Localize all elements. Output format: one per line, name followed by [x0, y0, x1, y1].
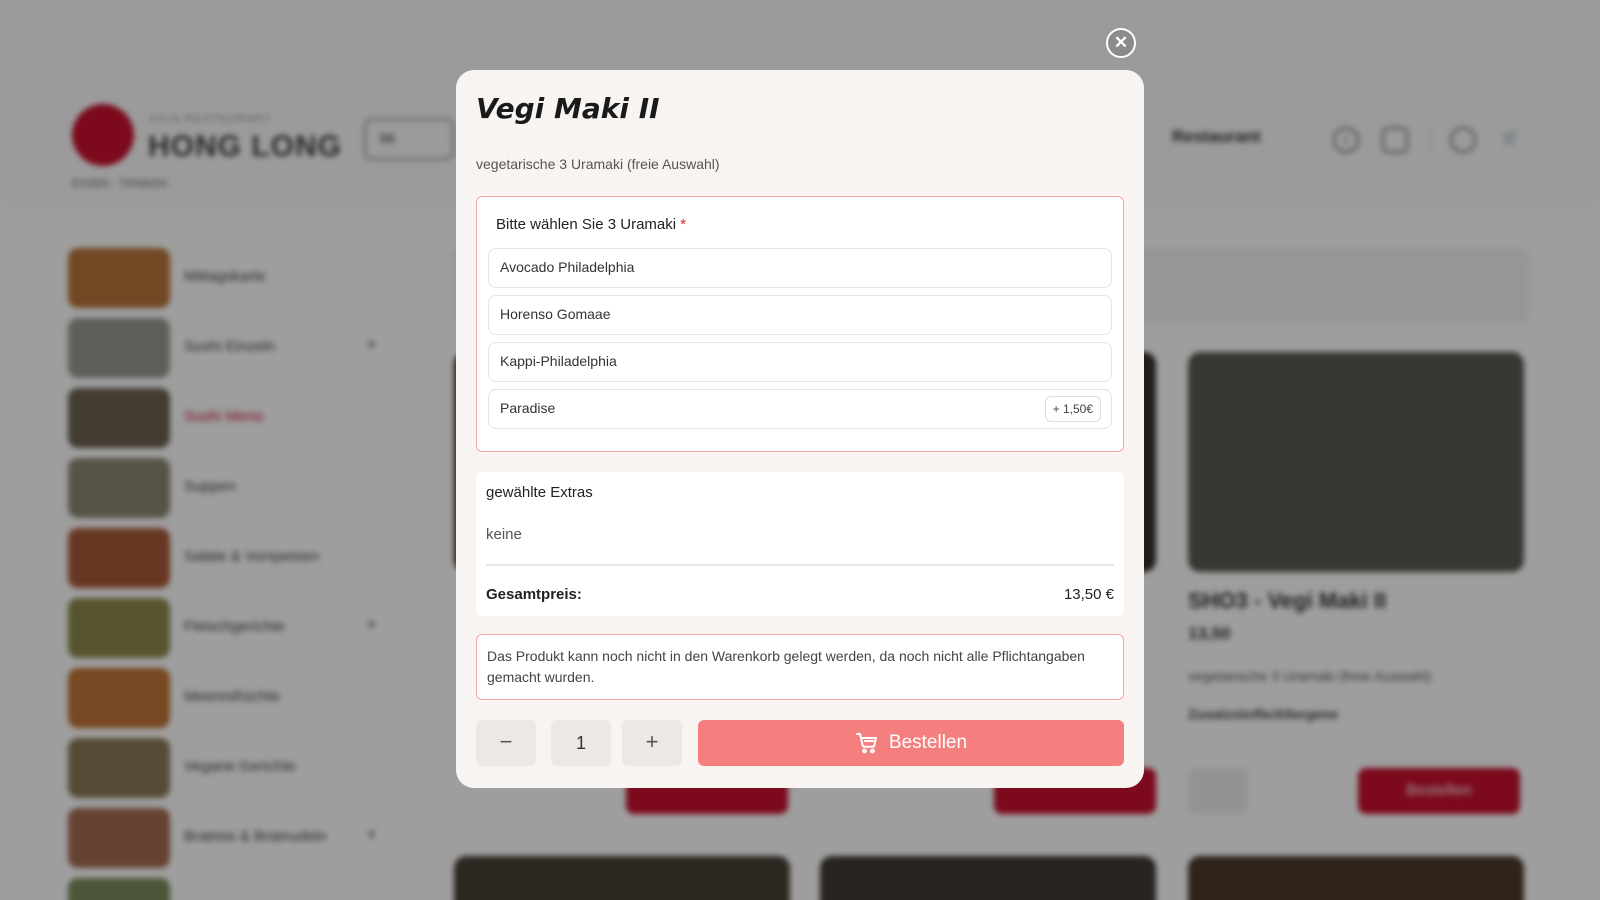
- option-label: Kappi-Philadelphia: [500, 353, 617, 369]
- quantity-decrease-button[interactable]: −: [476, 720, 536, 766]
- option-group-label-text: Bitte wählen Sie 3 Uramaki: [496, 216, 677, 233]
- required-marker: *: [680, 216, 687, 233]
- extras-summary: gewählte Extras keine Gesamtpreis: 13,50…: [476, 472, 1124, 616]
- cart-icon: [855, 733, 877, 754]
- order-button-label: Bestellen: [888, 732, 968, 753]
- option-avocado-philadelphia[interactable]: Avocado Philadelphia: [488, 248, 1112, 288]
- quantity-value[interactable]: 1: [551, 720, 611, 766]
- total-price-value: 13,50 €: [1063, 586, 1114, 603]
- extras-value: keine: [486, 526, 522, 543]
- extras-title: gewählte Extras: [486, 484, 593, 501]
- product-options-modal: Vegi Maki II vegetarische 3 Uramaki (fre…: [456, 70, 1144, 788]
- close-icon[interactable]: ✕: [1106, 28, 1136, 58]
- quantity-increase-button[interactable]: +: [622, 720, 682, 766]
- order-button[interactable]: Bestellen: [698, 720, 1124, 766]
- validation-warning: Das Produkt kann noch nicht in den Waren…: [476, 634, 1124, 700]
- modal-title: Vegi Maki II: [476, 92, 660, 125]
- total-price-label: Gesamtpreis:: [486, 586, 582, 603]
- divider: [486, 564, 1114, 566]
- option-label: Avocado Philadelphia: [500, 259, 635, 275]
- option-group: Bitte wählen Sie 3 Uramaki * Avocado Phi…: [476, 196, 1124, 452]
- modal-description: vegetarische 3 Uramaki (freie Auswahl): [476, 156, 720, 172]
- option-label: Horenso Gomaae: [500, 306, 611, 322]
- option-label: Paradise: [500, 400, 556, 416]
- option-horenso-gomaae[interactable]: Horenso Gomaae: [488, 295, 1112, 335]
- option-kappi-philadelphia[interactable]: Kappi-Philadelphia: [488, 342, 1112, 382]
- option-surcharge-badge: + 1,50€: [1044, 396, 1101, 422]
- option-paradise[interactable]: Paradise + 1,50€: [488, 389, 1112, 429]
- option-group-label: Bitte wählen Sie 3 Uramaki *: [496, 216, 686, 233]
